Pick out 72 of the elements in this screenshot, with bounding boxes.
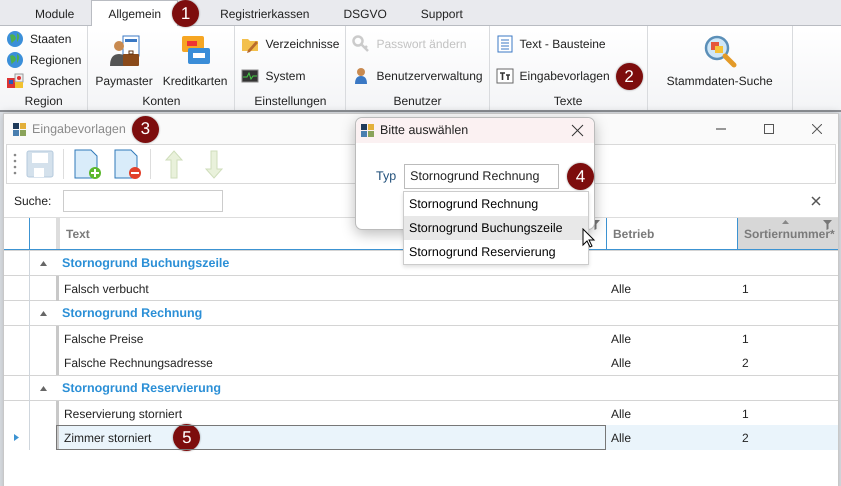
table-cell[interactable]: 2 bbox=[742, 428, 749, 446]
ribbon-button[interactable]: Benutzerverwaltung bbox=[350, 66, 485, 86]
callout-marker: 4 bbox=[567, 163, 594, 190]
window-title: Eingabevorlagen bbox=[32, 120, 126, 138]
group-header: Stornogrund Rechnung bbox=[61, 305, 204, 322]
ribbon-button[interactable]: Sprachen bbox=[4, 71, 84, 92]
grip-icon bbox=[13, 152, 17, 176]
key-icon bbox=[352, 35, 370, 53]
app-icon bbox=[361, 124, 374, 137]
table-cell[interactable]: Alle bbox=[611, 354, 632, 372]
table-cell[interactable]: 2 bbox=[742, 354, 749, 372]
ribbon-button[interactable]: Verzeichnisse bbox=[239, 34, 342, 54]
dialog-title: Bitte auswählen bbox=[380, 122, 468, 140]
row-indicator-icon bbox=[14, 434, 19, 441]
table-cell[interactable]: 1 bbox=[742, 280, 749, 298]
ribbon-button[interactable]: Eingabevorlagen bbox=[494, 66, 612, 86]
table-cell[interactable]: Falsche Preise bbox=[64, 330, 144, 348]
dropdown-field[interactable]: Stornogrund Rechnung bbox=[404, 164, 559, 189]
ribbon-button[interactable]: Stammdaten-Suche bbox=[664, 28, 776, 92]
table-cell[interactable]: Reservierung storniert bbox=[64, 404, 182, 422]
table-cell[interactable]: Alle bbox=[611, 280, 632, 298]
businessman-briefcase-icon bbox=[107, 34, 142, 68]
ribbon-tab[interactable]: Allgemein bbox=[91, 0, 178, 26]
flags-icon bbox=[6, 72, 24, 90]
close-icon bbox=[570, 124, 584, 137]
ribbon-button[interactable]: System bbox=[239, 66, 342, 86]
ribbon-button[interactable]: Paymaster bbox=[92, 28, 156, 92]
table-cell[interactable]: Alle bbox=[611, 404, 632, 422]
filter-icon bbox=[823, 220, 832, 230]
app-icon bbox=[13, 122, 26, 136]
callout-marker: 2 bbox=[616, 63, 643, 90]
table-cell[interactable]: Zimmer storniert bbox=[64, 428, 152, 446]
dropdown-option[interactable]: Stornogrund Rechnung bbox=[404, 192, 588, 216]
magnifier-icon bbox=[702, 34, 737, 68]
group-header: Stornogrund Reservierung bbox=[61, 380, 222, 398]
minimize-icon bbox=[716, 128, 726, 130]
group-label: Konten bbox=[141, 93, 182, 110]
callout-marker: 3 bbox=[132, 116, 159, 142]
ribbon-tab[interactable]: DSGVO bbox=[326, 0, 404, 26]
group-header: Stornogrund Buchungszeile bbox=[61, 255, 230, 272]
ribbon-tab[interactable]: Registrierkassen bbox=[203, 0, 326, 26]
clear-icon bbox=[810, 194, 822, 206]
group-label: Region bbox=[24, 93, 64, 110]
ribbon-tab[interactable]: Support bbox=[404, 0, 480, 26]
callout-marker: 5 bbox=[173, 424, 200, 451]
dropdown-option[interactable]: Stornogrund Reservierung bbox=[404, 240, 588, 264]
ribbon-tab[interactable]: Module bbox=[18, 0, 92, 26]
table-cell[interactable]: 1 bbox=[742, 330, 749, 348]
table-cell[interactable]: Falsch verbucht bbox=[64, 280, 149, 298]
search-label: Suche: bbox=[14, 192, 52, 210]
search-field[interactable] bbox=[63, 190, 224, 212]
ribbon-button[interactable]: Staaten bbox=[4, 28, 84, 49]
text-format-icon bbox=[496, 67, 514, 85]
group-label: Benutzer bbox=[392, 93, 443, 110]
document-list-icon bbox=[496, 35, 514, 53]
globe-icon bbox=[6, 30, 24, 48]
group-label: Einstellungen bbox=[253, 93, 328, 110]
maximize-icon bbox=[764, 124, 774, 134]
globe-icon bbox=[6, 50, 24, 69]
field-label: Typ bbox=[376, 168, 396, 186]
ribbon-button[interactable]: Text - Bausteine bbox=[494, 34, 612, 54]
ribbon-button[interactable]: Regionen bbox=[4, 50, 84, 70]
group-label: Texte bbox=[552, 93, 584, 110]
monitor-icon bbox=[241, 67, 260, 85]
table-cell[interactable]: Alle bbox=[611, 428, 632, 446]
sort-arrow-icon bbox=[782, 220, 789, 224]
table-cell[interactable]: 1 bbox=[742, 404, 749, 422]
table-cell[interactable]: Alle bbox=[611, 330, 632, 348]
dropdown-option[interactable]: Stornogrund Buchungszeile bbox=[404, 216, 588, 240]
ribbon-button[interactable]: Kreditkarten bbox=[160, 28, 230, 92]
table-cell[interactable]: Falsche Rechnungsadresse bbox=[64, 354, 213, 372]
close-icon bbox=[812, 124, 822, 134]
